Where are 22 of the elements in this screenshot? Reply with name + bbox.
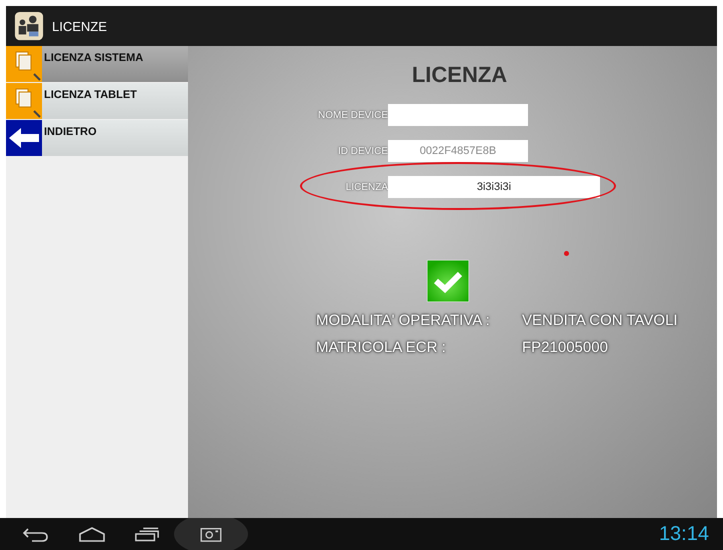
input-field[interactable]: 3i3i3i3i bbox=[388, 176, 600, 198]
clock: 13:14 bbox=[658, 522, 709, 546]
field-label: LICENZA bbox=[344, 182, 388, 192]
home-icon[interactable] bbox=[78, 526, 106, 542]
input-field[interactable]: 0022F4857E8B bbox=[388, 140, 528, 162]
app-title: LICENZE bbox=[52, 18, 107, 34]
info-value: VENDITA CON TAVOLI bbox=[522, 312, 678, 329]
marker-dot bbox=[564, 251, 569, 256]
menu-item[interactable]: LICENZA TABLET bbox=[6, 83, 188, 119]
recent-apps-icon[interactable] bbox=[134, 526, 160, 542]
menu-item[interactable]: INDIETRO bbox=[6, 120, 188, 156]
info-label: MATRICOLA ECR : bbox=[316, 339, 447, 356]
back-icon[interactable] bbox=[22, 526, 50, 542]
field-label: NOME DEVICE bbox=[316, 110, 388, 120]
app-logo-icon bbox=[14, 11, 44, 41]
info-value: FP21005000 bbox=[522, 339, 608, 356]
info-label: MODALITA' OPERATIVA : bbox=[316, 312, 491, 329]
page-heading: LICENZA bbox=[410, 62, 508, 88]
camera-icon[interactable] bbox=[200, 526, 222, 542]
menu-item[interactable]: LICENZA SISTEMA bbox=[6, 46, 188, 82]
input-field[interactable] bbox=[388, 104, 528, 126]
field-label: ID DEVICE bbox=[336, 146, 388, 156]
